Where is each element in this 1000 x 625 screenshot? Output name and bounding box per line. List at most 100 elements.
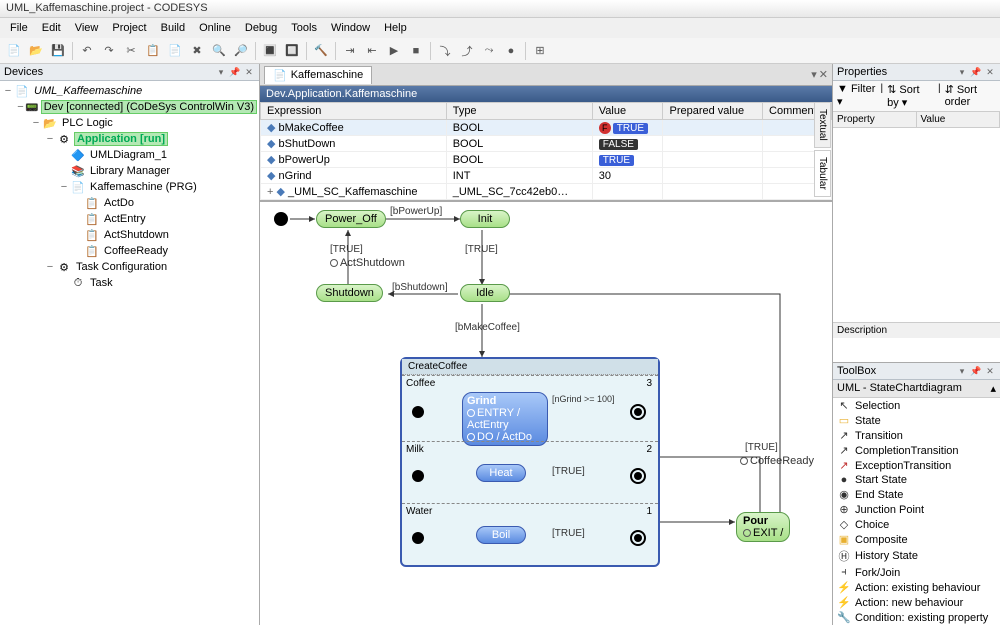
tree-item[interactable]: 📚Library Manager [2,163,257,179]
menu-window[interactable]: Window [325,20,376,36]
close-icon[interactable]: ✕ [243,66,255,78]
state-heat[interactable]: Heat [476,464,526,482]
devices-tree[interactable]: −📄UML_Kaffeemaschine−📟Dev [connected] (C… [0,81,259,625]
start-coffee[interactable] [412,406,424,418]
start-icon[interactable]: ▶ [384,41,404,61]
save-icon[interactable]: 💾 [48,41,68,61]
expand-icon[interactable]: − [44,261,56,273]
toolbox-item[interactable]: 🔧Condition: existing property [833,610,1000,625]
tree-item[interactable]: −⚙Application [run] [2,131,257,147]
find-icon[interactable]: 🔍 [209,41,229,61]
menu-help[interactable]: Help [378,20,413,36]
collapse-icon[interactable]: ▴ [990,382,996,395]
properties-filter-bar[interactable]: ▼ Filter ▾ | ⇅ Sort by ▾ | ⇵ Sort order [833,81,1000,112]
state-idle[interactable]: Idle [460,284,510,302]
menu-build[interactable]: Build [155,20,191,36]
delete-icon[interactable]: ✖ [187,41,207,61]
column-header[interactable]: Type [446,103,592,120]
properties-body[interactable] [833,128,1000,322]
step2-icon[interactable]: ⤴ [457,41,477,61]
stop-icon[interactable]: ■ [406,41,426,61]
state-pour[interactable]: Pour EXIT / [736,512,790,542]
menu-tools[interactable]: Tools [285,20,323,36]
variable-row[interactable]: ◆ bPowerUpBOOLTRUE [261,152,832,168]
tree-item[interactable]: −📄UML_Kaffeemaschine [2,83,257,99]
open-icon[interactable]: 📂 [26,41,46,61]
tree-item[interactable]: 📋ActShutdown [2,227,257,243]
redo-icon[interactable]: ↷ [99,41,119,61]
column-header[interactable]: Prepared value [663,103,763,120]
variable-row[interactable]: + ◆ _UML_SC_Kaffemaschine_UML_SC_7cc42eb… [261,184,832,200]
tree-item[interactable]: 📋ActEntry [2,211,257,227]
toolbox-item[interactable]: ⚡Action: new behaviour [833,595,1000,610]
prop-close-icon[interactable]: ✕ [984,66,996,78]
cut-icon[interactable]: ✂ [121,41,141,61]
start-water[interactable] [412,532,424,544]
statechart-diagram[interactable]: Power_Off [bPowerUp] Init [TRUE] ActShut… [260,201,832,625]
tree-item[interactable]: 📋ActDo [2,195,257,211]
toolbox-item[interactable]: ◉End State [833,487,1000,502]
tab-close-icon[interactable]: ✕ [819,68,828,81]
misc-icon[interactable]: ⊞ [530,41,550,61]
step3-icon[interactable]: ⤳ [479,41,499,61]
toolbox-item[interactable]: ⚡Action: existing behaviour [833,580,1000,595]
expand-icon[interactable]: − [58,181,70,193]
login-icon[interactable]: ⇥ [340,41,360,61]
expand-icon[interactable]: − [2,85,14,97]
tbx-close-icon[interactable]: ✕ [984,365,996,377]
step-icon[interactable]: ⤵ [435,41,455,61]
expand-icon[interactable]: − [30,117,42,129]
expand-icon[interactable]: + [267,186,273,198]
state-init[interactable]: Init [460,210,510,228]
expand-icon[interactable]: − [44,133,56,145]
toolbox-item[interactable]: ⊕Junction Point [833,502,1000,517]
column-header[interactable]: Expression [261,103,447,120]
tree-item[interactable]: −📂PLC Logic [2,115,257,131]
column-header[interactable]: Value [592,103,663,120]
pin-icon[interactable]: ▾ [215,66,227,78]
bp-icon[interactable]: ● [501,41,521,61]
toolbox-item[interactable]: ↖Selection [833,398,1000,413]
prop-pin2-icon[interactable]: 📌 [970,66,982,78]
toolbox-item[interactable]: ↗CompletionTransition [833,443,1000,458]
zoom-in-icon[interactable]: 🔳 [260,41,280,61]
menu-edit[interactable]: Edit [36,20,67,36]
toolbox-item[interactable]: ▣Composite [833,532,1000,547]
menu-project[interactable]: Project [106,20,152,36]
end-coffee[interactable] [630,404,646,420]
side-tab-tabular[interactable]: Tabular [814,150,831,197]
toolbox-item[interactable]: ⫞Fork/Join [833,565,1000,580]
composite-createcoffee[interactable]: CreateCoffee Coffee 3 Grind ENTRY / ActE… [400,357,660,567]
toolbox-item[interactable]: ●Start State [833,473,1000,487]
toolbox-item[interactable]: ↗Transition [833,428,1000,443]
state-power-off[interactable]: Power_Off [316,210,386,228]
end-milk[interactable] [630,468,646,484]
toolbox-item[interactable]: ⒽHistory State [833,547,1000,565]
zoom-out-icon[interactable]: 🔲 [282,41,302,61]
menu-online[interactable]: Online [193,20,237,36]
start-state[interactable] [274,212,288,226]
variable-row[interactable]: ◆ nGrindINT30 [261,168,832,184]
paste-icon[interactable]: 📄 [165,41,185,61]
find2-icon[interactable]: 🔎 [231,41,251,61]
undo-icon[interactable]: ↶ [77,41,97,61]
expand-icon[interactable]: − [16,101,25,113]
menu-debug[interactable]: Debug [239,20,283,36]
end-water[interactable] [630,530,646,546]
tree-item[interactable]: 🔷UMLDiagram_1 [2,147,257,163]
state-shutdown[interactable]: Shutdown [316,284,383,302]
variable-table[interactable]: ExpressionTypeValuePrepared valueComment… [260,102,832,201]
logout-icon[interactable]: ⇤ [362,41,382,61]
variable-row[interactable]: ◆ bShutDownBOOLFALSE [261,136,832,152]
build-icon[interactable]: 🔨 [311,41,331,61]
toolbox-item[interactable]: ↗ExceptionTransition [833,458,1000,473]
toolbox-item[interactable]: ◇Choice [833,517,1000,532]
tree-item[interactable]: ⏱Task [2,275,257,291]
tbx-pin-icon[interactable]: ▾ [956,365,968,377]
tree-item[interactable]: −📄Kaffemaschine (PRG) [2,179,257,195]
toolbox-category[interactable]: UML - StateChartdiagram▴ [833,380,1000,398]
tree-item[interactable]: 📋CoffeeReady [2,243,257,259]
side-tab-textual[interactable]: Textual [814,102,831,148]
tab-dropdown-icon[interactable]: ▾ [811,68,817,81]
tbx-pin2-icon[interactable]: 📌 [970,365,982,377]
